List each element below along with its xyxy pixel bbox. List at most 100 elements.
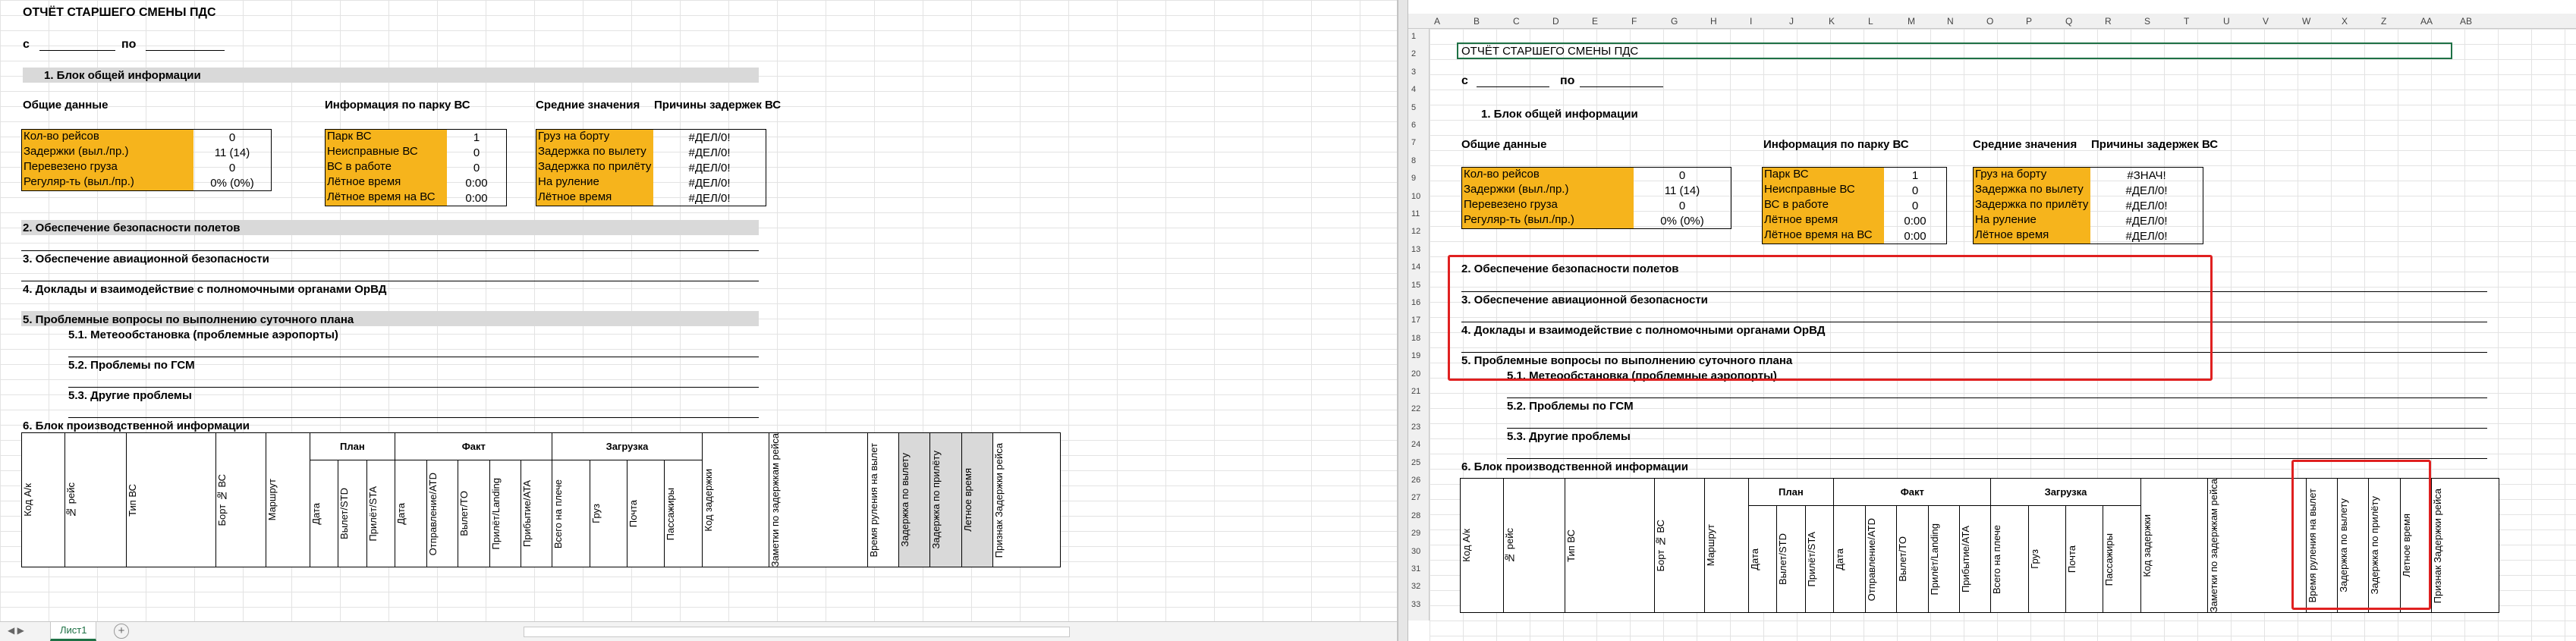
fact-ata[interactable]: Прибытие/ATA [521, 480, 533, 547]
row-header[interactable]: 3 [1411, 68, 1416, 77]
row-header[interactable]: 8 [1411, 156, 1416, 165]
col-delay-flag[interactable]: Признак Задержки рейса [993, 443, 1005, 558]
column-header[interactable]: X [2342, 16, 2348, 27]
plan-date[interactable]: Дата [1749, 548, 1760, 570]
row-header[interactable]: 1 [1411, 32, 1416, 41]
plan-std[interactable]: Вылет/STD [338, 488, 350, 539]
plan-sta[interactable]: Прилёт/STA [367, 486, 379, 542]
fleet-value[interactable]: 0 [1884, 200, 1946, 212]
row-header[interactable]: 22 [1411, 404, 1420, 413]
column-header[interactable]: AA [2420, 16, 2433, 27]
fact-date[interactable]: Дата [1834, 548, 1845, 570]
col-flight[interactable]: № рейс [1504, 528, 1515, 564]
row-header[interactable]: 5 [1411, 103, 1416, 112]
fact-to[interactable]: Вылет/TO [458, 491, 470, 536]
col-flight[interactable]: № рейс [65, 482, 77, 518]
fleet-value[interactable]: 0:00 [1884, 215, 1946, 228]
averages-value[interactable]: #ДЕЛ/0! [2090, 230, 2203, 243]
load-total[interactable]: Всего на плече [1991, 525, 2002, 594]
averages-value[interactable]: #ДЕЛ/0! [653, 192, 766, 205]
column-header[interactable]: N [1947, 16, 1954, 27]
col-notes[interactable]: Заметки по задержкам рейса [769, 433, 781, 567]
row-header[interactable]: 2 [1411, 49, 1416, 58]
col-flight-time[interactable]: Летное время [962, 468, 973, 532]
column-header[interactable]: K [1829, 16, 1835, 27]
general-value[interactable]: 0 [1634, 200, 1731, 212]
fact-landing[interactable]: Прилёт/Landing [1929, 523, 1940, 595]
row-header[interactable]: 19 [1411, 351, 1420, 360]
fact-date[interactable]: Дата [395, 503, 407, 525]
column-header[interactable]: V [2263, 16, 2269, 27]
date-from-line[interactable] [1477, 86, 1549, 87]
averages-value[interactable]: #ДЕЛ/0! [653, 162, 766, 174]
grp-plan[interactable]: План [1747, 478, 1835, 506]
row-header[interactable]: 11 [1411, 209, 1420, 218]
column-header[interactable]: E [1592, 16, 1598, 27]
general-value[interactable]: 11 (14) [1634, 184, 1731, 197]
general-value[interactable]: 0 [193, 162, 271, 174]
column-header[interactable]: M [1908, 16, 1915, 27]
column-header[interactable]: D [1552, 16, 1559, 27]
averages-value[interactable]: #ДЕЛ/0! [2090, 200, 2203, 212]
fleet-value[interactable]: 0 [447, 146, 506, 159]
row-header[interactable]: 12 [1411, 227, 1420, 236]
column-header[interactable]: Z [2381, 16, 2386, 27]
col-route[interactable]: Маршрут [1705, 524, 1716, 566]
grp-load[interactable]: Загрузка [552, 432, 703, 460]
horizontal-scrollbar[interactable] [524, 627, 1070, 637]
row-header[interactable]: 31 [1411, 564, 1420, 573]
general-value[interactable]: 0 [193, 131, 271, 144]
row-header[interactable]: 20 [1411, 369, 1420, 379]
column-header[interactable]: Q [2065, 16, 2072, 27]
date-to-line[interactable] [1580, 86, 1663, 87]
column-header[interactable]: A [1434, 16, 1440, 27]
column-header[interactable]: R [2105, 16, 2112, 27]
fleet-value[interactable]: 0 [447, 162, 506, 174]
averages-value[interactable]: #ДЕЛ/0! [653, 177, 766, 190]
row-header[interactable]: 25 [1411, 458, 1420, 467]
right-sheet-pane[interactable]: A B C D E F G H I J K L M N O P Q R S T U V W X Z AA AB 1234567891… [1408, 0, 2576, 641]
row-header[interactable]: 14 [1411, 262, 1420, 272]
grp-plan[interactable]: План [309, 432, 396, 460]
col-delay-code[interactable]: Код задержки [2141, 514, 2153, 577]
fleet-value[interactable]: 1 [447, 131, 506, 144]
date-to-line[interactable] [146, 50, 225, 51]
averages-value[interactable]: #ДЕЛ/0! [653, 131, 766, 144]
add-sheet-icon[interactable]: + [114, 624, 129, 639]
averages-value[interactable]: #ДЕЛ/0! [2090, 184, 2203, 197]
averages-value[interactable]: #ЗНАЧ! [2090, 169, 2203, 182]
column-header[interactable]: S [2144, 16, 2150, 27]
row-header[interactable]: 21 [1411, 387, 1420, 396]
column-header[interactable]: T [2184, 16, 2189, 27]
col-taxi[interactable]: Время руления на вылет [868, 443, 879, 558]
load-cargo[interactable]: Груз [590, 504, 602, 523]
fleet-value[interactable]: 1 [1884, 169, 1946, 182]
grp-load[interactable]: Загрузка [1990, 478, 2141, 506]
row-header[interactable]: 32 [1411, 582, 1420, 591]
col-board[interactable]: Борт № ВС [216, 474, 228, 526]
general-value[interactable]: 0% (0%) [1634, 215, 1731, 228]
left-sheet-pane[interactable]: ОТЧЁТ СТАРШЕГО СМЕНЫ ПДС с по 1. Блок об… [0, 0, 1398, 641]
col-route[interactable]: Маршрут [266, 479, 278, 520]
general-value[interactable]: 0% (0%) [193, 177, 271, 190]
row-header[interactable]: 13 [1411, 245, 1420, 254]
col-code[interactable]: Код А/к [22, 483, 33, 517]
averages-value[interactable]: #ДЕЛ/0! [653, 146, 766, 159]
tab-scroll-icon[interactable]: ◀ ▶ [8, 625, 24, 636]
col-board[interactable]: Борт № ВС [1655, 520, 1666, 572]
col-notes[interactable]: Заметки по задержкам рейса [2208, 479, 2219, 612]
load-pax[interactable]: Пассажиры [2103, 533, 2115, 586]
column-header[interactable]: L [1868, 16, 1873, 27]
row-header[interactable]: 27 [1411, 493, 1420, 502]
row-header[interactable]: 16 [1411, 298, 1420, 307]
row-header[interactable]: 15 [1411, 281, 1420, 290]
col-delay-flag[interactable]: Признак Задержки рейса [2432, 489, 2443, 603]
row-header[interactable]: 24 [1411, 440, 1420, 449]
load-cargo[interactable]: Груз [2029, 549, 2040, 569]
load-total[interactable]: Всего на плече [552, 479, 564, 548]
general-value[interactable]: 11 (14) [193, 146, 271, 159]
column-header[interactable]: AB [2460, 16, 2472, 27]
row-header[interactable]: 6 [1411, 121, 1416, 130]
general-value[interactable]: 0 [1634, 169, 1731, 182]
column-header[interactable]: H [1710, 16, 1717, 27]
